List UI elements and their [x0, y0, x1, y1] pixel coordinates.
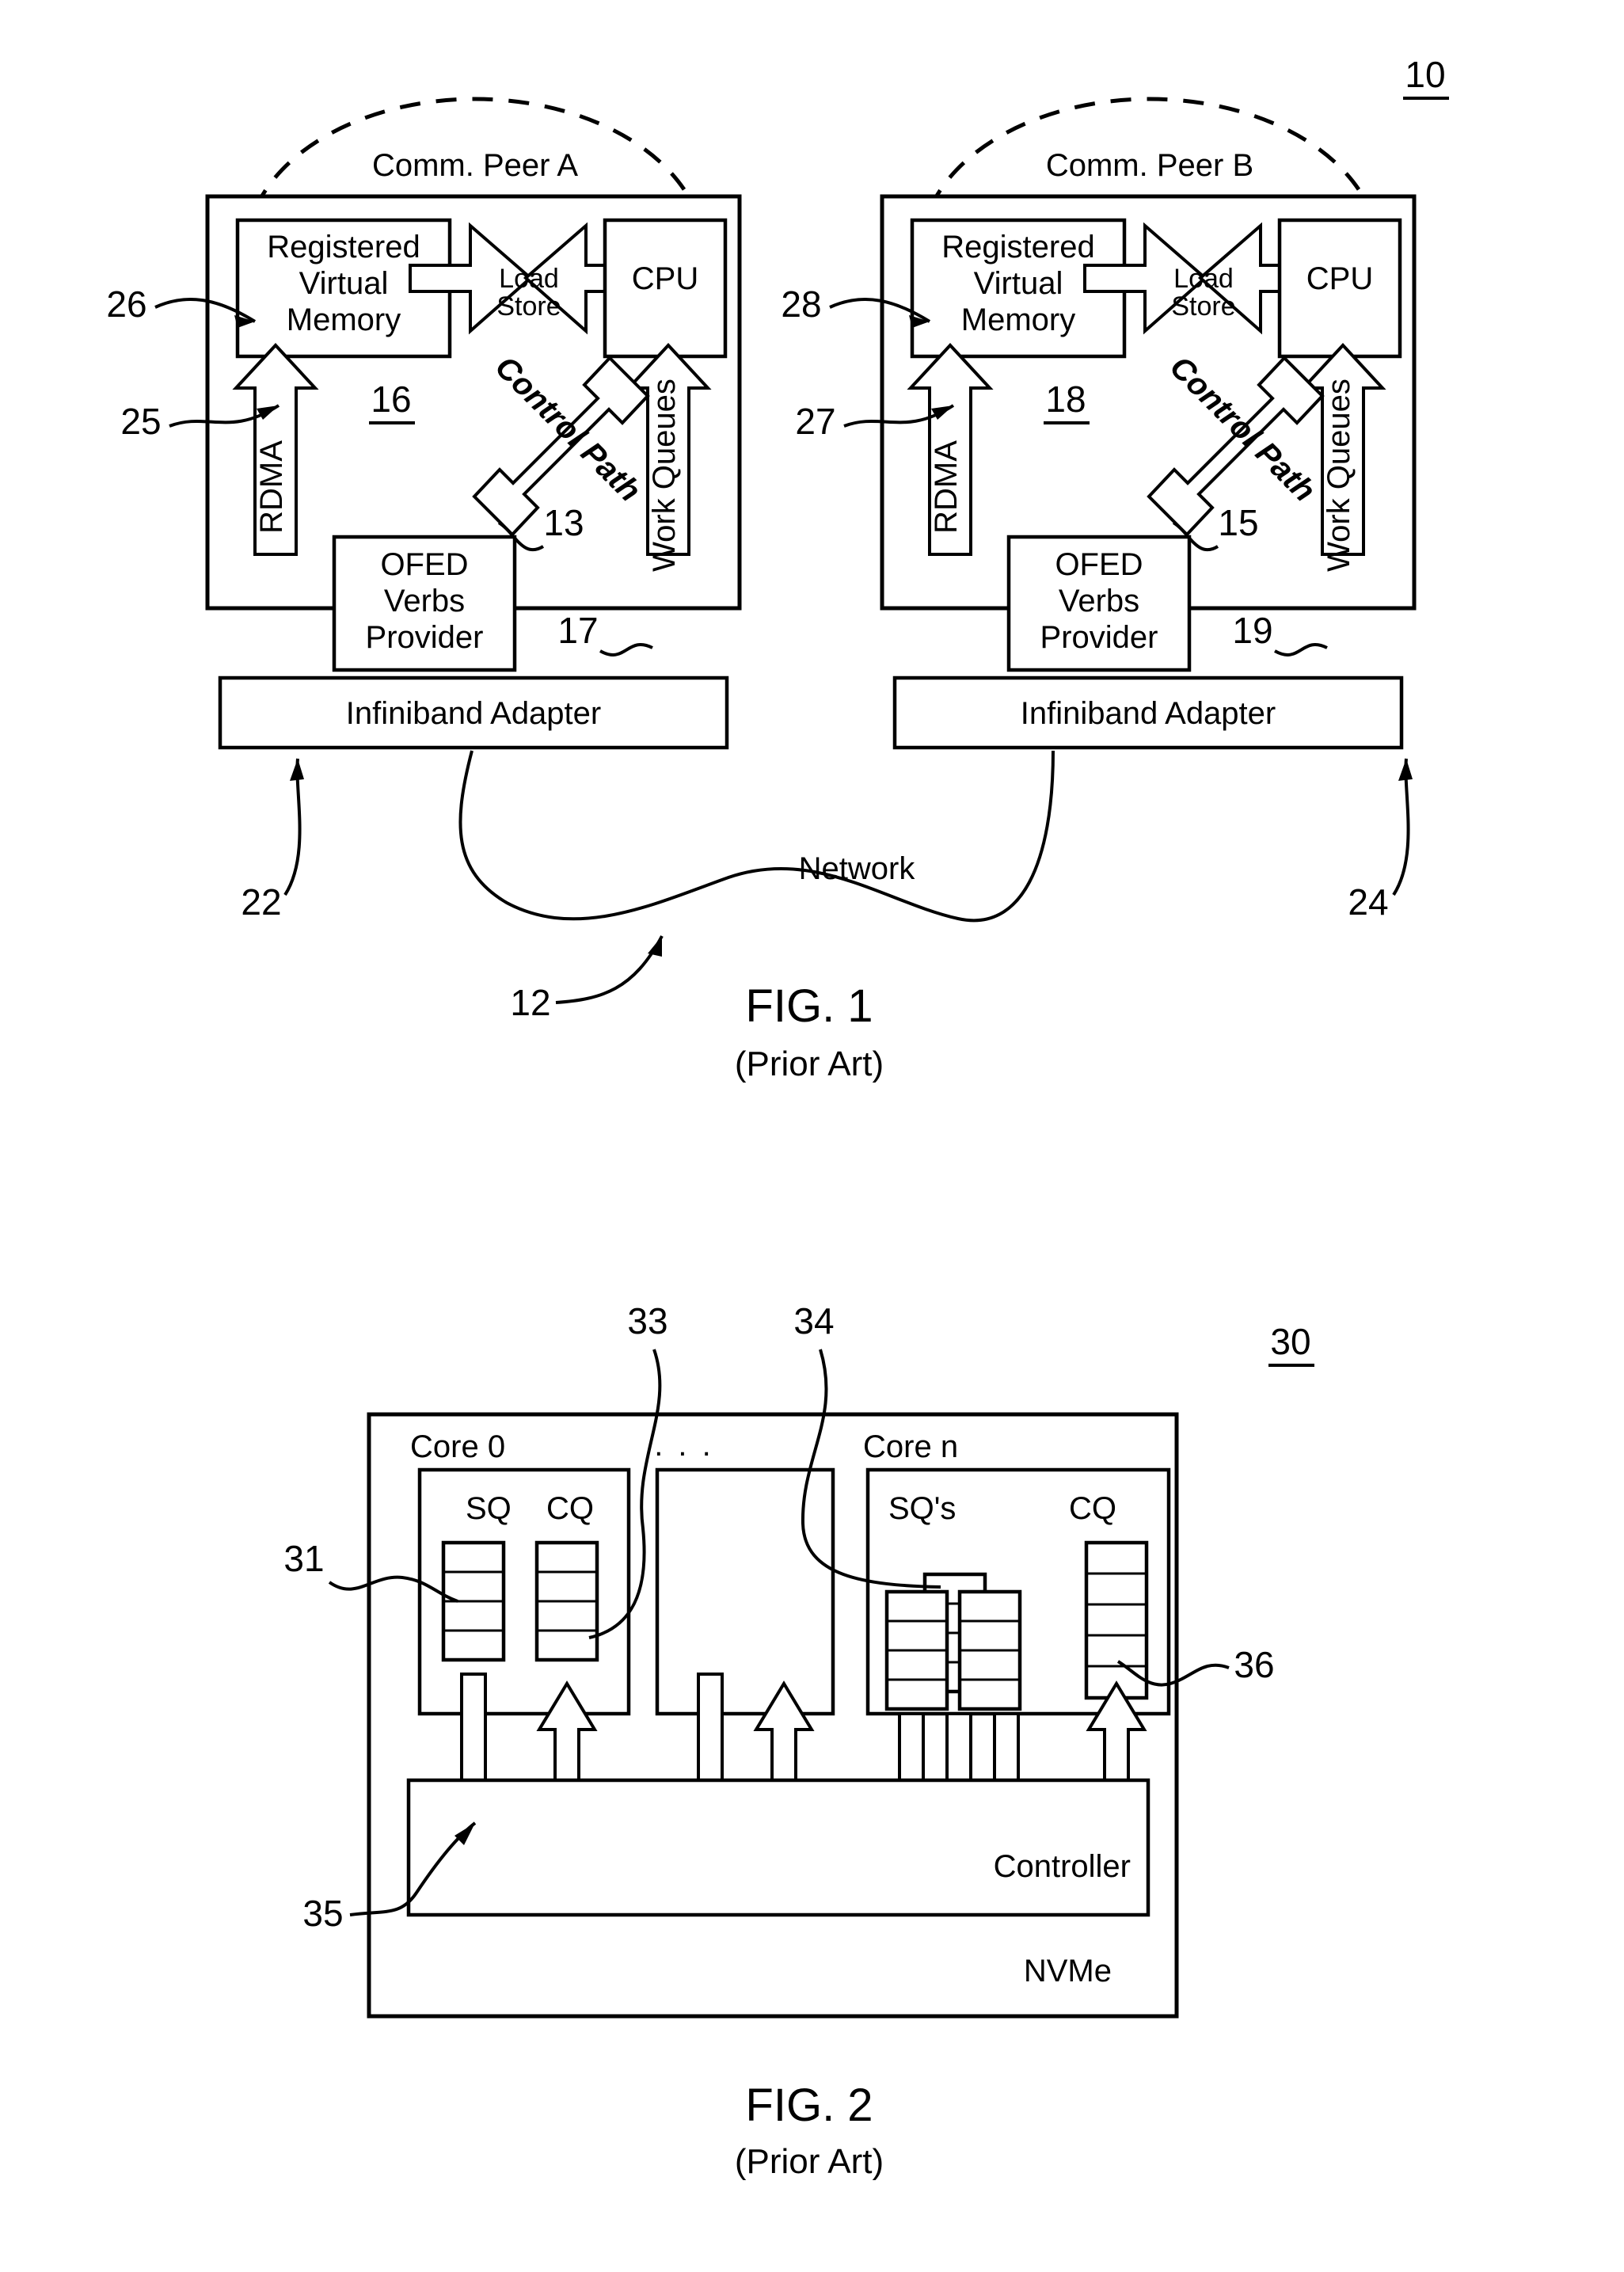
core-0-title: Core 0	[410, 1429, 505, 1464]
peer-a-rvm-line3: Memory	[287, 303, 401, 337]
peer-a-rvm-line1: Registered	[267, 230, 420, 264]
ref-13-text: 13	[543, 502, 584, 543]
peer-a-title: Comm. Peer A	[372, 148, 578, 183]
network-label: Network	[799, 851, 916, 886]
peer-b-rvm-line2: Virtual	[974, 266, 1063, 301]
peer-a-ofed-line2: Verbs	[384, 584, 465, 618]
patent-drawing-sheet: 10 Comm. Peer A Registered Virtual Memor…	[0, 0, 1624, 2272]
core-n-title: Core n	[863, 1429, 958, 1464]
ref-24-leader: 24	[1348, 758, 1413, 923]
controller-box	[406, 1778, 1150, 1917]
ref-35-text: 35	[302, 1893, 343, 1934]
ref-22-leader: 22	[241, 758, 304, 923]
core-0-cq-label: CQ	[546, 1491, 594, 1526]
peer-b-ofed-line2: Verbs	[1059, 584, 1139, 618]
figure-1: 10 Comm. Peer A Registered Virtual Memor…	[106, 54, 1449, 1083]
peer-b-ofed-line3: Provider	[1040, 620, 1158, 655]
fig2-caption: FIG. 2	[745, 2080, 873, 2131]
peer-b-rdma-label: RDMA	[929, 440, 964, 534]
peer-a-group: Comm. Peer A Registered Virtual Memory L…	[106, 97, 742, 923]
peer-a-rvm-line2: Virtual	[299, 266, 389, 301]
peer-a-work-queues-label: Work Queues	[647, 379, 682, 572]
peer-b-work-queues-label: Work Queues	[1322, 379, 1356, 572]
peer-a-box-ref-text: 16	[371, 379, 411, 420]
ref-12-leader: 12	[510, 935, 664, 1023]
ref-26-text: 26	[106, 284, 146, 325]
network-link: Network	[458, 750, 1055, 923]
peer-b-ofed-line1: OFED	[1055, 547, 1143, 582]
fig1-subcaption: (Prior Art)	[735, 1045, 884, 1083]
ref-28-text: 28	[781, 284, 821, 325]
fig2-sheet-ref: 30	[1268, 1321, 1314, 1367]
core-0-cq-queue	[534, 1540, 599, 1662]
controller-label: Controller	[994, 1849, 1131, 1884]
ref-17-text: 17	[557, 610, 598, 651]
ref-15-text: 15	[1218, 502, 1258, 543]
peer-b-cpu-label: CPU	[1306, 261, 1373, 296]
core-0-sq-queue	[441, 1540, 506, 1662]
core-n-cq-label: CQ	[1069, 1491, 1116, 1526]
peer-b-store-label: Store	[1171, 291, 1235, 322]
core-n-sq-label: SQ's	[888, 1491, 956, 1526]
ref-27-text: 27	[795, 401, 835, 442]
peer-a-ofed-line3: Provider	[366, 620, 484, 655]
fig1-sheet-ref: 10	[1403, 54, 1449, 100]
peer-b-adapter-label: Infiniband Adapter	[1021, 696, 1276, 731]
peer-a-rdma-label: RDMA	[254, 440, 289, 534]
peer-b-group: Comm. Peer B Registered Virtual Memory L…	[781, 97, 1417, 923]
peer-a-box-ref: 16	[369, 379, 415, 424]
peer-a-cpu-label: CPU	[632, 261, 698, 296]
core-0-sq-label: SQ	[466, 1491, 512, 1526]
peer-b-load-label: Load	[1173, 264, 1234, 294]
core-middle-box	[655, 1467, 835, 1716]
peer-a-ofed-line1: OFED	[380, 547, 468, 582]
ref-17-leader: 17	[557, 610, 653, 656]
ref-36-text: 36	[1234, 1644, 1274, 1685]
fig2-subcaption: (Prior Art)	[735, 2142, 884, 2181]
ref-24-text: 24	[1348, 881, 1388, 923]
ref-34-text: 34	[793, 1300, 834, 1342]
ref-31-text: 31	[283, 1538, 324, 1579]
ref-19-text: 19	[1232, 610, 1272, 651]
peer-a-store-label: Store	[496, 291, 561, 322]
figure-2: 30 NVMe . . . Core 0 SQ CQ Core n SQ's C…	[283, 1300, 1314, 2181]
ref-19-leader: 19	[1232, 610, 1328, 656]
peer-b-box-ref: 18	[1044, 379, 1090, 424]
peer-a-load-label: Load	[499, 264, 559, 294]
peer-b-rvm-line1: Registered	[941, 230, 1094, 264]
peer-b-rvm-line3: Memory	[961, 303, 1075, 337]
fig1-caption: FIG. 1	[745, 980, 873, 1032]
nvme-label: NVMe	[1024, 1954, 1112, 1988]
ref-22-text: 22	[241, 881, 281, 923]
peer-a-adapter-label: Infiniband Adapter	[346, 696, 601, 731]
ref-12-text: 12	[510, 982, 550, 1023]
core-ellipsis: . . .	[654, 1428, 714, 1463]
peer-b-title: Comm. Peer B	[1046, 148, 1253, 183]
fig1-sheet-ref-text: 10	[1405, 54, 1445, 95]
core-n-sqs-queues	[884, 1572, 1022, 1711]
ref-33-text: 33	[627, 1300, 667, 1342]
fig2-sheet-ref-text: 30	[1270, 1321, 1310, 1362]
ref-25-text: 25	[120, 401, 161, 442]
peer-b-box-ref-text: 18	[1045, 379, 1086, 420]
